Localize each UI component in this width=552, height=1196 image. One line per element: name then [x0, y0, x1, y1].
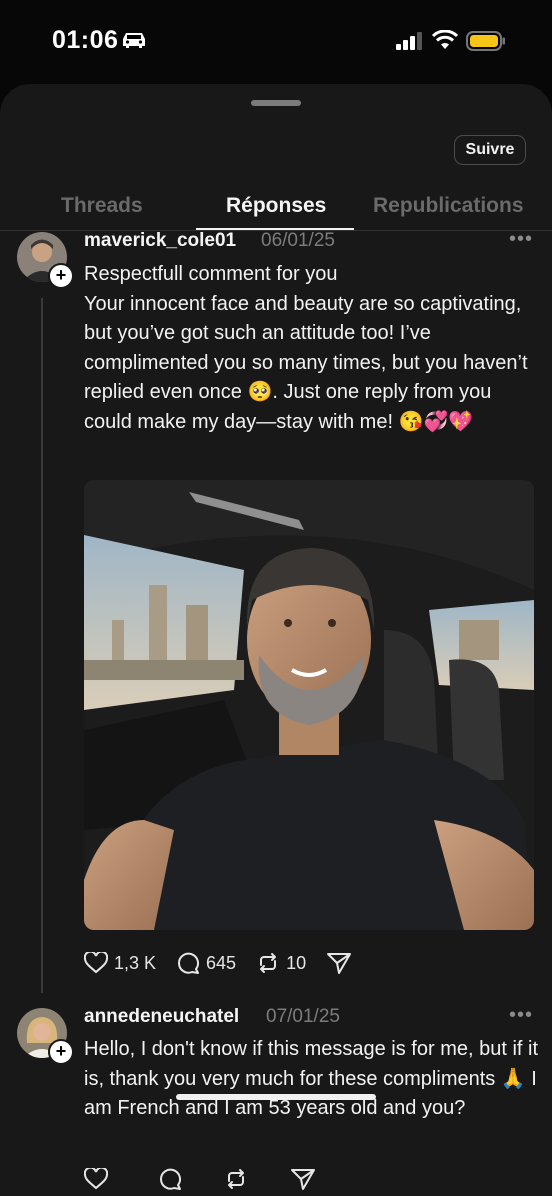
heart-icon: [84, 952, 108, 974]
post-actions: 1,3 K 645 10: [84, 948, 378, 978]
status-time: 01:06: [52, 26, 119, 54]
tab-threads[interactable]: Threads: [61, 194, 143, 218]
home-indicator[interactable]: [176, 1094, 376, 1100]
tab-reposts[interactable]: Republications: [373, 194, 524, 218]
tab-replies[interactable]: Réponses: [226, 194, 326, 218]
heart-icon: [84, 1168, 108, 1190]
follow-button[interactable]: Suivre: [454, 135, 526, 165]
send-icon: [291, 1169, 315, 1190]
post-date: 07/01/25: [266, 1006, 340, 1027]
more-icon[interactable]: •••: [509, 228, 533, 251]
post-content: Respectfull comment for you Your innocen…: [84, 260, 539, 437]
like-button[interactable]: [84, 1168, 114, 1190]
wifi-icon: [432, 30, 458, 49]
comment-count: 645: [206, 952, 237, 973]
follow-plus-icon[interactable]: +: [48, 1039, 74, 1065]
share-button[interactable]: [326, 951, 358, 975]
sheet-grabber[interactable]: [251, 100, 301, 106]
comment-icon: [160, 1168, 181, 1190]
post-photo[interactable]: [84, 480, 534, 930]
post-content: Hello, I don't know if this message is f…: [84, 1035, 539, 1124]
more-icon[interactable]: •••: [509, 1004, 533, 1027]
repost-button[interactable]: [224, 1167, 254, 1191]
profile-tabs: Threads Réponses Republications: [0, 188, 552, 231]
post-actions: [84, 1164, 342, 1194]
share-button[interactable]: [290, 1167, 322, 1191]
comment-icon: [178, 952, 200, 974]
post-body: Your innocent face and beauty are so cap…: [84, 292, 528, 433]
status-bar: 01:06: [0, 0, 552, 84]
comment-button[interactable]: 645: [176, 951, 236, 975]
like-count: 1,3 K: [114, 952, 157, 973]
repost-count: 10: [286, 952, 307, 973]
post-date: 06/01/25: [261, 230, 335, 251]
signal-icon: [396, 32, 422, 50]
battery-icon: [466, 31, 505, 51]
profile-sheet: Suivre Threads Réponses Republications +…: [0, 84, 552, 1196]
repost-icon: [260, 953, 277, 973]
comment-button[interactable]: [158, 1167, 188, 1191]
repost-button[interactable]: 10: [256, 951, 306, 975]
post-username[interactable]: maverick_cole01: [84, 230, 236, 252]
post-body: Hello, I don't know if this message is f…: [84, 1038, 539, 1119]
repost-icon: [228, 1169, 244, 1189]
follow-plus-icon[interactable]: +: [48, 263, 74, 289]
thread-connector-line: [41, 298, 43, 993]
car-icon: [123, 33, 145, 48]
send-icon: [327, 953, 352, 974]
post-title: Respectfull comment for you: [84, 263, 338, 285]
post-username[interactable]: annedeneuchatel: [84, 1006, 239, 1028]
like-button[interactable]: 1,3 K: [84, 952, 156, 974]
